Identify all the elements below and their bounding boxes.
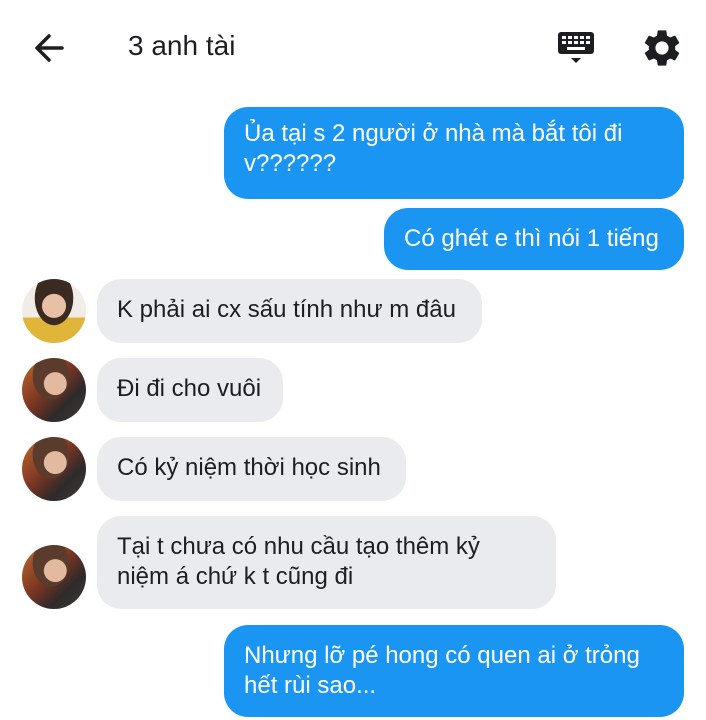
- message-bubble-incoming[interactable]: Tại t chưa có nhu cầu tạo thêm kỷ niệm á…: [97, 516, 556, 609]
- message-bubble-incoming[interactable]: K phải ai cx sấu tính như m đâu: [97, 279, 482, 343]
- message-bubble-incoming[interactable]: Có kỷ niệm thời học sinh: [97, 437, 406, 501]
- keyboard-icon: [558, 32, 594, 63]
- back-button[interactable]: [28, 26, 72, 70]
- chat-header: 3 anh tài: [0, 0, 706, 95]
- chat-screen: 3 anh tài Ủa tại s 2 người ở nhà mà bắt …: [0, 0, 706, 720]
- gear-icon: [644, 30, 680, 66]
- arrow-back-icon: [35, 34, 64, 62]
- avatar[interactable]: [22, 358, 86, 422]
- message-bubble-outgoing[interactable]: Ủa tại s 2 người ở nhà mà bắt tôi đi v??…: [224, 107, 684, 199]
- settings-button[interactable]: [640, 26, 684, 70]
- message-bubble-incoming[interactable]: Đi đi cho vuôi: [97, 358, 283, 422]
- message-bubble-outgoing[interactable]: Nhưng lỡ pé hong có quen ai ở trỏng hết …: [224, 625, 684, 717]
- avatar[interactable]: [22, 437, 86, 501]
- message-bubble-outgoing[interactable]: Có ghét e thì nói 1 tiếng: [384, 208, 684, 270]
- keyboard-button[interactable]: [554, 26, 598, 70]
- avatar[interactable]: [22, 545, 86, 609]
- conversation-title: 3 anh tài: [128, 30, 236, 61]
- avatar[interactable]: [22, 279, 86, 343]
